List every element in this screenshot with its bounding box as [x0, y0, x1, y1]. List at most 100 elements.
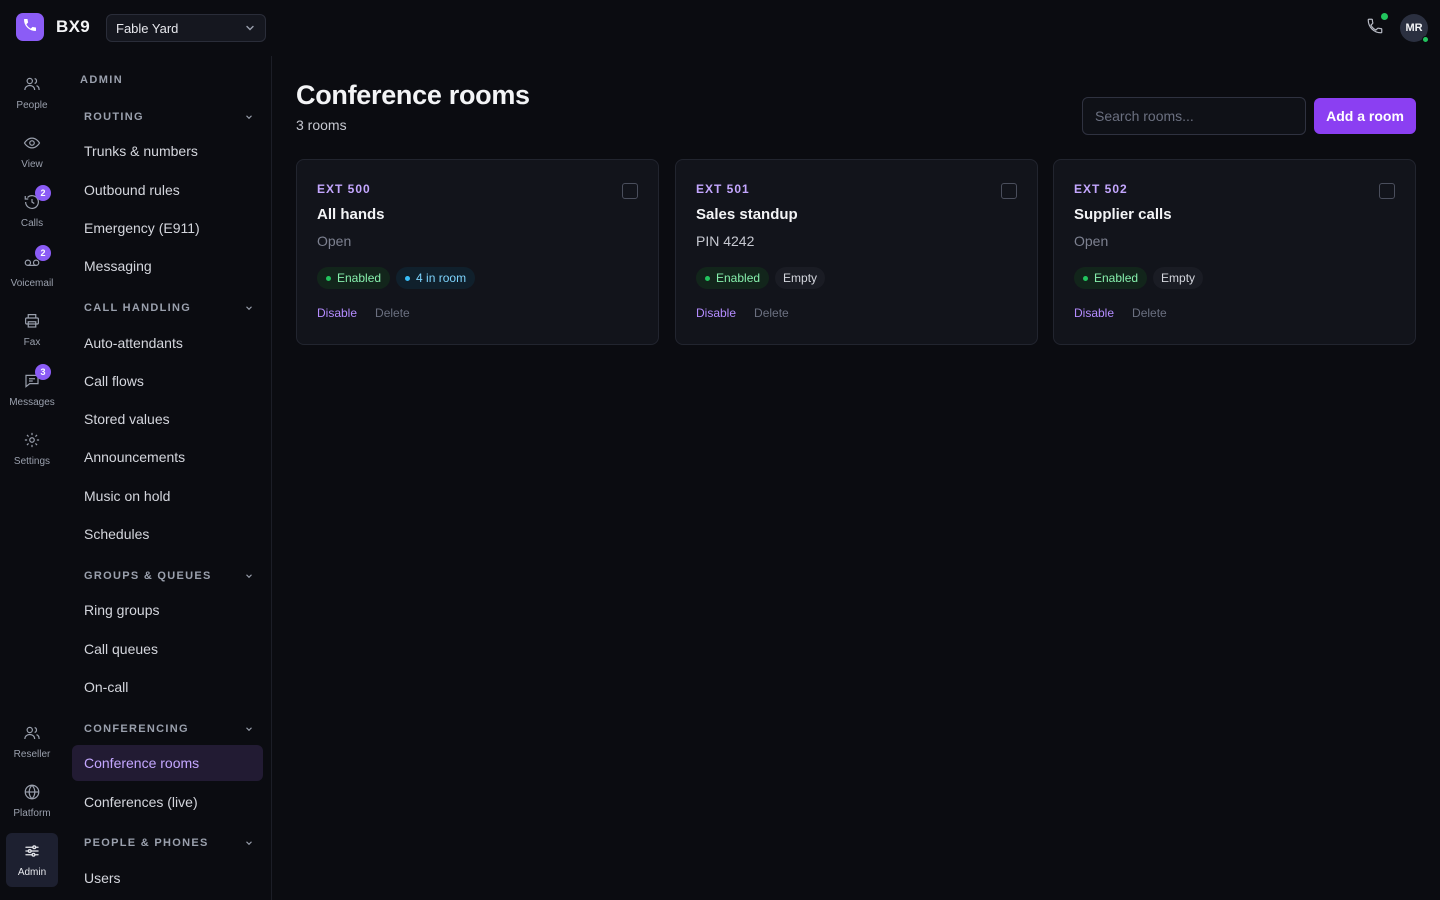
chevron-down-icon: [244, 112, 254, 122]
section-label: GROUPS & QUEUES: [84, 570, 212, 582]
card-actions: Disable Delete: [1074, 306, 1167, 320]
status-dot: [326, 275, 331, 281]
sidebar-item-emergency[interactable]: Emergency (E911): [72, 210, 263, 246]
sidebar-item-auto-attendants[interactable]: Auto-attendants: [72, 325, 263, 361]
sidebar-item-announcements[interactable]: Announcements: [72, 439, 263, 475]
rail-label: People: [16, 100, 48, 111]
tenant-name: Fable Yard: [116, 20, 179, 36]
status-pills: Enabled Empty: [696, 267, 826, 289]
room-access: Open: [1074, 233, 1109, 249]
top-bar: BX9 Fable Yard MR: [0, 0, 1440, 56]
delete-link[interactable]: Delete: [375, 306, 410, 320]
sidebar-item-ring-groups[interactable]: Ring groups: [72, 592, 263, 628]
rail-item-admin[interactable]: Admin: [6, 833, 58, 887]
section-label: PEOPLE & PHONES: [84, 837, 209, 849]
rail-item-reseller[interactable]: Reseller: [6, 715, 58, 769]
chevron-down-icon: [244, 571, 254, 581]
occupancy-label: 4 in room: [416, 271, 467, 285]
room-extension: EXT 500: [317, 182, 371, 196]
brand-name: BX9: [56, 17, 90, 36]
sidebar-item-on-call[interactable]: On-call: [72, 669, 263, 705]
sidebar-heading: ADMIN: [80, 74, 124, 86]
section-label: CONFERENCING: [84, 723, 189, 735]
status-badge: Enabled: [1074, 267, 1148, 289]
rail-item-view[interactable]: View: [6, 125, 58, 179]
section-conferencing[interactable]: CONFERENCING: [84, 721, 254, 737]
room-name: Supplier calls: [1074, 206, 1172, 223]
rail-label: Calls: [20, 218, 44, 229]
eye-icon: [22, 133, 42, 153]
room-extension: EXT 501: [696, 182, 750, 196]
sidebar-item-users[interactable]: Users: [72, 860, 263, 896]
status-pills: Enabled Empty: [1074, 267, 1204, 289]
status-pills: Enabled 4 in room: [317, 267, 476, 289]
section-call-handling[interactable]: CALL HANDLING: [84, 300, 254, 316]
sidebar-item-music-on-hold[interactable]: Music on hold: [72, 478, 263, 514]
chevron-down-icon: [244, 724, 254, 734]
status-dot: [705, 275, 710, 281]
rail-item-platform[interactable]: Platform: [6, 774, 58, 828]
sidebar-item-conference-rooms[interactable]: Conference rooms: [72, 745, 263, 781]
sidebar-item-outbound-rules[interactable]: Outbound rules: [72, 172, 263, 208]
delete-link[interactable]: Delete: [754, 306, 789, 320]
occupancy-badge: Empty: [1153, 267, 1204, 289]
select-checkbox[interactable]: [622, 183, 638, 199]
section-people-phones[interactable]: PEOPLE & PHONES: [84, 835, 254, 851]
sidebar-item-messaging[interactable]: Messaging: [72, 248, 263, 284]
avatar-initials: MR: [1405, 22, 1423, 34]
rail-item-messages[interactable]: 3 Messages: [6, 363, 58, 417]
rail-item-voicemail[interactable]: 2 Voicemail: [6, 244, 58, 298]
room-count: 3 rooms: [296, 117, 347, 133]
select-checkbox[interactable]: [1379, 183, 1395, 199]
phone-status-button[interactable]: [1364, 13, 1388, 39]
room-card: EXT 502 Supplier calls Open Enabled Empt…: [1053, 159, 1416, 345]
avatar[interactable]: MR: [1400, 14, 1429, 43]
rail-item-calls[interactable]: 2 Calls: [6, 184, 58, 238]
occupancy-label: Empty: [783, 271, 818, 285]
page-title: Conference rooms: [296, 80, 530, 110]
message-icon: 3: [22, 364, 51, 391]
occupancy-dot: [405, 275, 411, 281]
voicemail-icon: 2: [22, 245, 51, 272]
left-rail: People View 2 Calls 2 Voicemail Fax 3 Me…: [0, 56, 64, 900]
section-label: ROUTING: [84, 111, 144, 123]
chevron-down-icon: [244, 303, 254, 313]
chevron-down-icon: [244, 838, 254, 848]
presence-dot: [1422, 36, 1429, 43]
search-input[interactable]: [1082, 97, 1306, 135]
add-room-button[interactable]: Add a room: [1314, 98, 1416, 134]
select-checkbox[interactable]: [1001, 183, 1017, 199]
sidebar-item-stored-values[interactable]: Stored values: [72, 401, 263, 437]
delete-link[interactable]: Delete: [1132, 306, 1167, 320]
disable-link[interactable]: Disable: [317, 306, 357, 320]
room-name: All hands: [317, 206, 385, 223]
sidebar-item-trunks[interactable]: Trunks & numbers: [72, 133, 263, 169]
rail-label: View: [21, 159, 43, 170]
sidebar-item-call-flows[interactable]: Call flows: [72, 363, 263, 399]
history-icon: 2: [22, 185, 51, 212]
section-routing[interactable]: ROUTING: [84, 109, 254, 125]
status-label: Enabled: [1094, 271, 1139, 285]
tenant-select[interactable]: Fable Yard: [106, 14, 266, 42]
online-dot: [1381, 13, 1388, 20]
messages-badge: 3: [35, 364, 51, 380]
disable-link[interactable]: Disable: [1074, 306, 1114, 320]
admin-sidebar: ADMIN ROUTING Trunks & numbers Outbound …: [64, 56, 272, 900]
rail-label: Messages: [9, 397, 55, 408]
sidebar-item-call-queues[interactable]: Call queues: [72, 631, 263, 667]
rail-label: Admin: [17, 867, 47, 878]
rail-item-settings[interactable]: Settings: [6, 422, 58, 476]
disable-link[interactable]: Disable: [696, 306, 736, 320]
phone-logo-icon: [22, 17, 38, 38]
rail-item-people[interactable]: People: [6, 66, 58, 120]
status-label: Enabled: [337, 271, 382, 285]
occupancy-label: Empty: [1161, 271, 1196, 285]
logo[interactable]: [16, 13, 44, 41]
room-extension: EXT 502: [1074, 182, 1128, 196]
rail-label: Settings: [13, 456, 51, 467]
sidebar-item-schedules[interactable]: Schedules: [72, 516, 263, 552]
card-actions: Disable Delete: [317, 306, 410, 320]
sidebar-item-conferences-live[interactable]: Conferences (live): [72, 784, 263, 820]
section-groups-queues[interactable]: GROUPS & QUEUES: [84, 568, 254, 584]
rail-item-fax[interactable]: Fax: [6, 303, 58, 357]
